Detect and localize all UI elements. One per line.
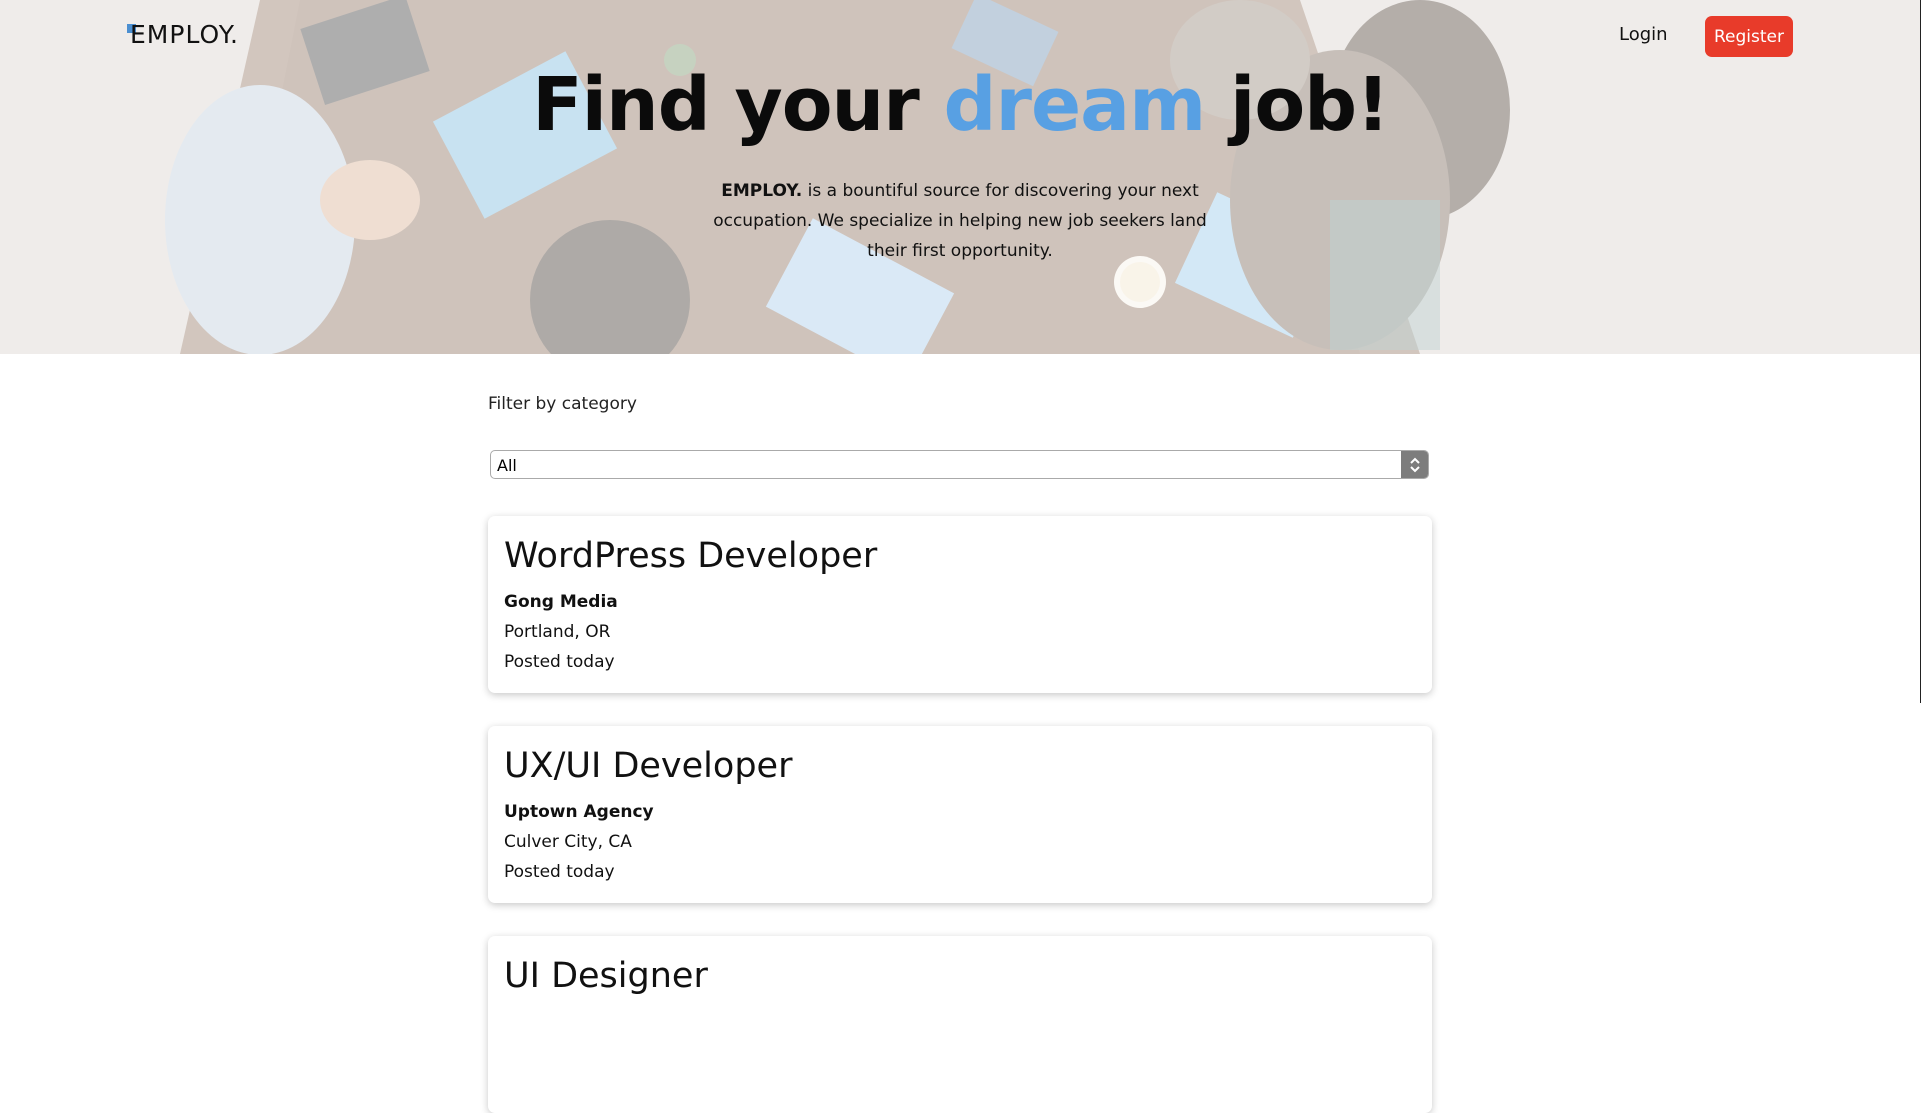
job-title: UI Designer xyxy=(504,956,708,996)
category-select-value: All xyxy=(497,456,517,475)
headline-accent: dream xyxy=(943,62,1206,148)
hero-intro: EMPLOY. is a bountiful source for discov… xyxy=(710,176,1210,266)
job-location: Culver City, CA xyxy=(504,832,632,852)
job-card[interactable]: WordPress Developer Gong Media Portland,… xyxy=(488,516,1432,693)
intro-brand: EMPLOY. xyxy=(721,181,803,201)
register-button[interactable]: Register xyxy=(1705,16,1793,57)
job-card[interactable]: UI Designer xyxy=(488,936,1432,1113)
job-company: Gong Media xyxy=(504,592,618,612)
filter-label: Filter by category xyxy=(488,394,637,414)
job-title: WordPress Developer xyxy=(504,536,878,576)
page-title: Find your dream job! xyxy=(0,62,1921,148)
chevron-up-down-icon[interactable] xyxy=(1401,451,1428,478)
headline-before: Find your xyxy=(532,62,944,148)
logo[interactable]: EMPLOY. xyxy=(130,20,239,49)
job-card[interactable]: UX/UI Developer Uptown Agency Culver Cit… xyxy=(488,726,1432,903)
job-title: UX/UI Developer xyxy=(504,746,793,786)
headline-after: job! xyxy=(1205,62,1390,148)
job-posted: Posted today xyxy=(504,652,615,672)
job-company: Uptown Agency xyxy=(504,802,654,822)
job-posted: Posted today xyxy=(504,862,615,882)
job-location: Portland, OR xyxy=(504,622,611,642)
login-link[interactable]: Login xyxy=(1619,24,1668,45)
category-select[interactable]: All xyxy=(490,450,1429,479)
